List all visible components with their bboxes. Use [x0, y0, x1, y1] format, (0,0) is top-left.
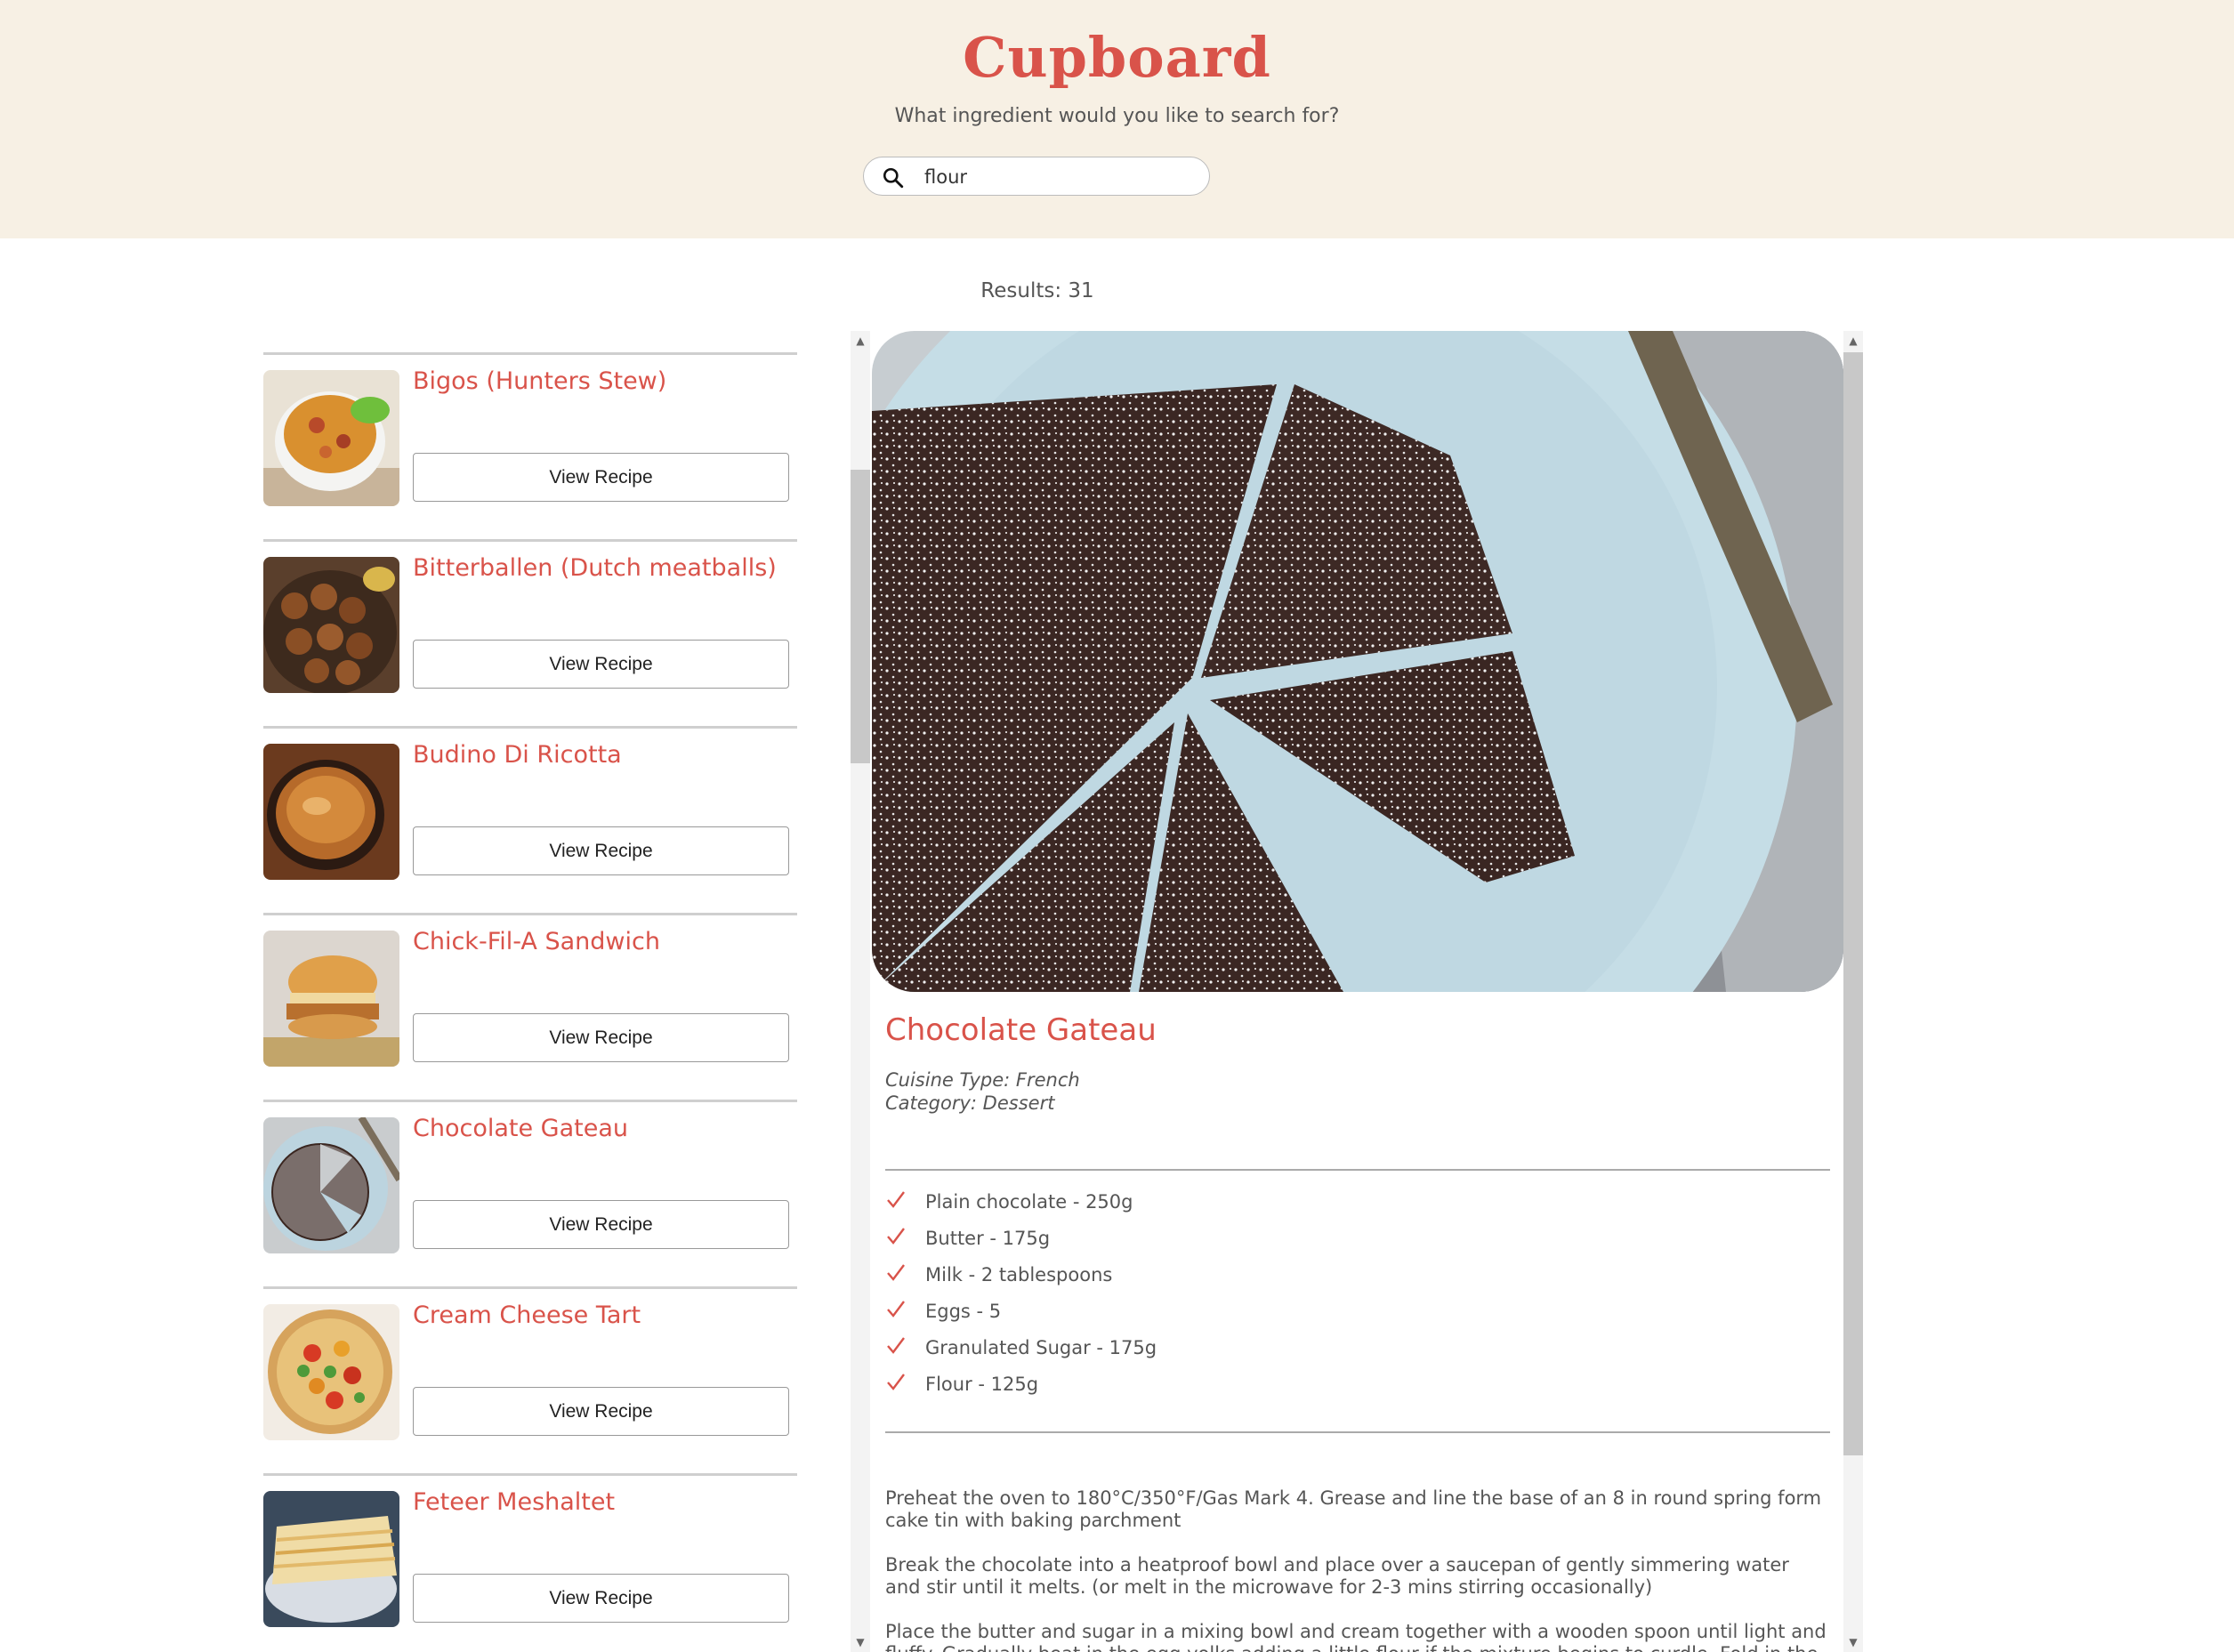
recipe-detail-title: Chocolate Gateau	[885, 1012, 1157, 1048]
ingredient-text: Butter - 175g	[925, 1228, 1051, 1249]
cuisine-type: Cuisine Type: French	[885, 1069, 1080, 1091]
recipe-title[interactable]: Budino Di Ricotta	[413, 741, 622, 769]
scroll-up-icon[interactable]: ▲	[851, 331, 870, 351]
recipe-list[interactable]: Bigos (Hunters Stew) View Recipe Bitterb…	[263, 352, 799, 1652]
scroll-down-icon[interactable]: ▼	[851, 1632, 870, 1652]
search-prompt: What ingredient would you like to search…	[894, 105, 1340, 127]
site-header: Cupboard What ingredient would you like …	[0, 0, 2234, 238]
category: Category: Dessert	[885, 1092, 1055, 1114]
results-count: Results: 31	[980, 279, 1094, 302]
recipe-title[interactable]: Chick-Fil-A Sandwich	[413, 928, 660, 955]
checkmark-icon	[887, 1228, 905, 1245]
recipe-thumbnail[interactable]	[263, 370, 399, 506]
recipe-card: Cream Cheese Tart View Recipe	[263, 1286, 797, 1476]
recipe-detail-panel[interactable]: Chocolate Gateau Cuisine Type: French Ca…	[872, 331, 1843, 1652]
recipe-card: Bitterballen (Dutch meatballs) View Reci…	[263, 539, 797, 729]
view-recipe-button[interactable]: View Recipe	[413, 1574, 789, 1623]
ingredient-text: Plain chocolate - 250g	[925, 1191, 1133, 1213]
view-recipe-button[interactable]: View Recipe	[413, 1387, 789, 1436]
view-recipe-button[interactable]: View Recipe	[413, 453, 789, 502]
instructions: Preheat the oven to 180°C/350°F/Gas Mark…	[885, 1487, 1830, 1652]
checkmark-icon	[887, 1374, 905, 1390]
recipe-title[interactable]: Chocolate Gateau	[413, 1115, 628, 1142]
view-recipe-button[interactable]: View Recipe	[413, 826, 789, 875]
scrollbar-thumb[interactable]	[1843, 352, 1863, 1455]
recipe-thumbnail[interactable]	[263, 1117, 399, 1253]
search-input[interactable]	[923, 163, 1193, 191]
divider	[885, 1169, 1830, 1171]
ingredient-text: Granulated Sugar - 175g	[925, 1337, 1157, 1358]
recipe-card: Feteer Meshaltet View Recipe	[263, 1473, 797, 1652]
view-recipe-button[interactable]: View Recipe	[413, 1200, 789, 1249]
recipe-card: Bigos (Hunters Stew) View Recipe	[263, 352, 797, 542]
recipe-hero-image	[872, 331, 1843, 992]
recipe-card: Chick-Fil-A Sandwich View Recipe	[263, 913, 797, 1102]
instruction-step: Break the chocolate into a heatproof bow…	[885, 1554, 1789, 1598]
scrollbar-thumb[interactable]	[851, 470, 870, 763]
recipe-list-scrollbar[interactable]: ▲ ▼	[851, 331, 870, 1652]
view-recipe-button[interactable]: View Recipe	[413, 640, 789, 689]
recipe-detail-scrollbar[interactable]: ▲ ▼	[1843, 331, 1863, 1652]
checkmark-icon	[887, 1301, 905, 1318]
instruction-step: Preheat the oven to 180°C/350°F/Gas Mark…	[885, 1487, 1822, 1531]
recipe-title[interactable]: Bitterballen (Dutch meatballs)	[413, 554, 777, 582]
instruction-step: Place the butter and sugar in a mixing b…	[885, 1621, 1827, 1652]
recipe-card: Budino Di Ricotta View Recipe	[263, 726, 797, 915]
scroll-up-icon[interactable]: ▲	[1843, 331, 1863, 351]
recipe-thumbnail[interactable]	[263, 557, 399, 693]
view-recipe-button[interactable]: View Recipe	[413, 1013, 789, 1062]
recipe-title[interactable]: Bigos (Hunters Stew)	[413, 367, 666, 395]
checkmark-icon	[887, 1337, 905, 1354]
search-icon[interactable]	[882, 166, 905, 189]
recipe-thumbnail[interactable]	[263, 931, 399, 1067]
logo[interactable]: Cupboard	[0, 25, 2234, 90]
ingredient-text: Flour - 125g	[925, 1374, 1039, 1395]
recipe-card: Chocolate Gateau View Recipe	[263, 1100, 797, 1289]
checkmark-icon	[887, 1191, 905, 1208]
recipe-meta: Cuisine Type: French Category: Dessert	[885, 1068, 1080, 1115]
recipe-thumbnail[interactable]	[263, 1491, 399, 1627]
recipe-thumbnail[interactable]	[263, 744, 399, 880]
scroll-down-icon[interactable]: ▼	[1843, 1632, 1863, 1652]
recipe-title[interactable]: Feteer Meshaltet	[413, 1488, 615, 1516]
recipe-thumbnail[interactable]	[263, 1304, 399, 1440]
ingredient-text: Milk - 2 tablespoons	[925, 1264, 1113, 1285]
checkmark-icon	[887, 1264, 905, 1281]
divider	[885, 1431, 1830, 1433]
search-bar[interactable]	[863, 157, 1210, 196]
recipe-title[interactable]: Cream Cheese Tart	[413, 1301, 641, 1329]
ingredient-text: Eggs - 5	[925, 1301, 1002, 1322]
